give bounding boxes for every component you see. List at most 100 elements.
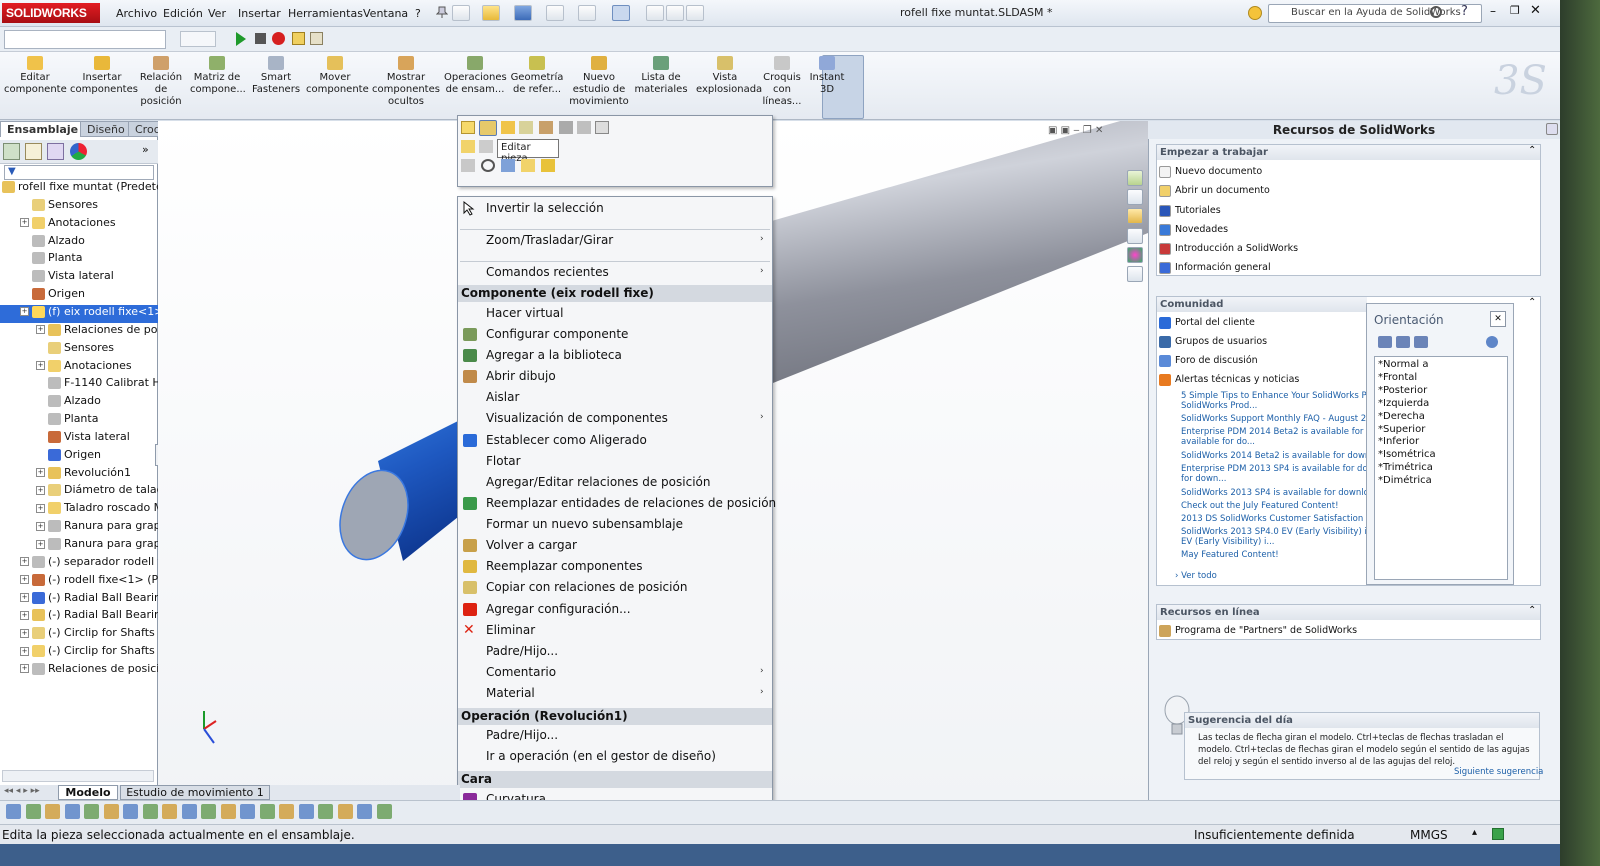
appearances-icon[interactable] [1127, 247, 1143, 263]
options-icon[interactable] [686, 5, 704, 21]
tab-model[interactable]: Modelo [58, 785, 118, 800]
tree-item[interactable]: + Ranura para grapa ci [0, 519, 158, 537]
news-link[interactable]: Enterprise PDM 2014 Beta2 is available f… [1181, 427, 1366, 437]
news-link[interactable]: SolidWorks 2014 Beta2 is available for d… [1181, 451, 1366, 461]
appearance-icon[interactable] [357, 804, 372, 819]
tree-horizontal-scrollbar[interactable] [2, 770, 154, 782]
orientation-view-item[interactable]: *Isométrica [1378, 449, 1436, 460]
dimension-icon[interactable] [201, 804, 216, 819]
edit-part-icon[interactable] [479, 120, 497, 136]
tree-item[interactable]: + (-) Circlip for Shafts heav [0, 626, 158, 644]
tree-item[interactable]: rofell fixe muntat (Predeter [0, 180, 158, 198]
next-tip-link[interactable]: Siguiente sugerencia [1454, 767, 1543, 777]
expand-toggle-icon[interactable]: + [20, 610, 29, 620]
expand-toggle-icon[interactable]: + [36, 503, 45, 513]
news-link[interactable]: 5 Simple Tips to Enhance Your SolidWorks… [1181, 391, 1366, 401]
cmd-geometria-de-refer[interactable]: Geometría de refer... [508, 56, 566, 96]
orientation-view-item[interactable]: *Inferior [1378, 436, 1419, 447]
view-orientation-icon[interactable] [298, 804, 314, 819]
cmd-croquis-con-lineas[interactable]: Croquis con líneas... [758, 56, 806, 108]
viewport-window-controls[interactable]: ▣ ▣ ‒ ❐ ✕ [1048, 125, 1103, 136]
orientation-view-item[interactable]: *Frontal [1378, 372, 1417, 383]
tree-item[interactable]: + (-) Radial Ball Bearing_68 [0, 591, 158, 609]
expand-toggle-icon[interactable]: + [20, 628, 29, 638]
menu-item-establecer-como-aligerado[interactable]: Establecer como Aligerado [486, 433, 647, 447]
update-view-icon[interactable] [1396, 336, 1410, 348]
partners-link[interactable]: Programa de "Partners" de SolidWorks [1175, 625, 1357, 636]
change-transparency-icon[interactable] [521, 159, 535, 172]
tree-filter-input[interactable]: ▼ [4, 165, 154, 180]
tree-item[interactable]: Planta [0, 412, 158, 430]
menu-ventana[interactable]: Ventana [363, 7, 408, 20]
expand-toggle-icon[interactable]: + [36, 325, 45, 335]
tree-item[interactable]: Origen [0, 287, 158, 305]
mirror-icon[interactable] [240, 804, 255, 819]
pin-icon[interactable] [435, 5, 449, 19]
resource-link-introduccion-a-solidworks[interactable]: Introducción a SolidWorks [1175, 243, 1298, 254]
orientation-close-icon[interactable]: ✕ [1490, 311, 1506, 327]
cmd-mover-componente[interactable]: Mover componente [306, 56, 369, 96]
orientation-view-item[interactable]: *Dimétrica [1378, 475, 1432, 486]
tab-ensamblaje[interactable]: Ensamblaje [0, 121, 86, 137]
new-view-icon[interactable] [1378, 336, 1392, 348]
community-link-foro-de-discusion[interactable]: Foro de discusión [1175, 355, 1258, 366]
expand-toggle-icon[interactable]: + [36, 468, 45, 478]
menu-item-formar-un-nuevo-subensamblaje[interactable]: Formar un nuevo subensamblaje [486, 517, 683, 531]
macro-edit-icon[interactable] [310, 32, 323, 45]
design-library-icon[interactable] [1127, 189, 1143, 205]
orientation-pin-icon[interactable] [1486, 336, 1498, 348]
orientation-view-item[interactable]: *Posterior [1378, 385, 1427, 396]
configuration-dropdown[interactable] [4, 30, 166, 49]
resource-link-nuevo-documento[interactable]: Nuevo documento [1175, 166, 1262, 177]
menu-item-flotar[interactable]: Flotar [486, 454, 521, 468]
news-link[interactable]: Check out the July Featured Content! [1181, 501, 1366, 511]
hide-components-icon[interactable] [541, 159, 555, 172]
pin-task-pane-icon[interactable] [1546, 123, 1558, 135]
component-properties-icon[interactable] [595, 121, 609, 134]
menu-item-abrir-dibujo[interactable]: Abrir dibujo [486, 369, 556, 383]
cmd-matriz-de-compone[interactable]: Matriz de compone... [190, 56, 246, 96]
cmd-instant-3d[interactable]: Instant 3D [808, 56, 846, 96]
tree-item[interactable]: Planta [0, 251, 158, 269]
news-link[interactable]: Enterprise PDM 2013 SP4 is available for… [1181, 464, 1366, 474]
play-icon[interactable] [236, 32, 246, 46]
expand-toggle-icon[interactable]: + [36, 521, 45, 531]
community-link-portal-del-cliente[interactable]: Portal del cliente [1175, 317, 1255, 328]
resource-link-informacion-general[interactable]: Información general [1175, 262, 1271, 273]
tree-item[interactable]: Alzado [0, 394, 158, 412]
undo-icon[interactable] [578, 5, 596, 21]
expand-toggle-icon[interactable]: + [36, 485, 45, 495]
property-manager-icon[interactable] [25, 143, 42, 160]
tab-diseno[interactable]: Diseño [80, 121, 132, 137]
tree-item[interactable]: + (-) Radial Ball Bearing_68 [0, 608, 158, 626]
view-palette-icon[interactable] [1127, 228, 1143, 244]
menu-item-reemplazar-componentes[interactable]: Reemplazar componentes [486, 559, 642, 573]
pattern-icon[interactable] [259, 804, 275, 819]
menu-item-visualizacion-de-componentes[interactable]: Visualización de componentes [486, 411, 668, 425]
close-button[interactable]: ✕ [1530, 3, 1541, 18]
menu-item-comentario[interactable]: Comentario [486, 665, 556, 679]
properties-shortcut-icon[interactable] [577, 121, 591, 134]
expand-toggle-icon[interactable]: + [36, 539, 45, 549]
menu-archivo[interactable]: Archivo [116, 7, 157, 20]
expand-toggle-icon[interactable]: + [20, 218, 29, 228]
normal-to-icon[interactable] [501, 159, 515, 172]
news-link[interactable]: May Featured Content! [1181, 550, 1366, 560]
hide-show-icon[interactable] [337, 804, 353, 819]
orientation-view-item[interactable]: *Superior [1378, 424, 1425, 435]
community-section-header[interactable]: Comunidad [1157, 297, 1367, 312]
see-all-link[interactable]: › Ver todo [1175, 571, 1217, 581]
tree-item[interactable]: Origen [0, 448, 158, 466]
record-icon[interactable] [272, 32, 285, 45]
tab-motion-study[interactable]: Estudio de movimiento 1 [120, 785, 270, 800]
news-link[interactable]: SolidWorks 2013 SP4 is available for dow… [1181, 488, 1366, 498]
expand-toggle-icon[interactable]: + [20, 557, 29, 567]
select-pointer-icon[interactable] [612, 5, 630, 21]
tree-item[interactable]: F-1140 Calibrat H8 [0, 376, 158, 394]
cmd-mostrar-componentes-ocultos[interactable]: Mostrar componentes ocultos [370, 56, 442, 108]
configuration-manager-icon[interactable] [47, 143, 64, 160]
search-icon[interactable] [1430, 6, 1442, 18]
select-pointer-icon[interactable] [45, 804, 60, 819]
save-icon[interactable] [514, 5, 532, 21]
tree-item[interactable]: + Anotaciones [0, 216, 158, 234]
